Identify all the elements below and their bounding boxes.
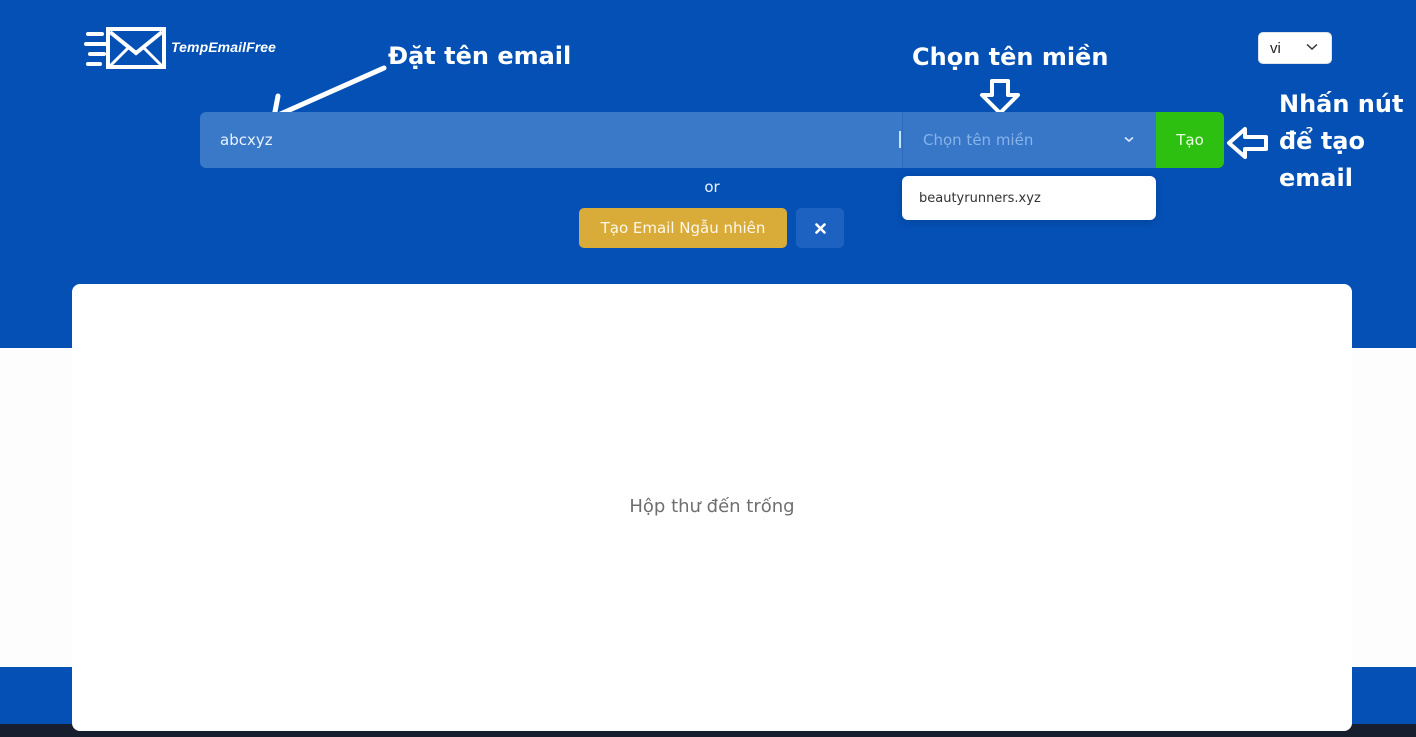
- brand-name: TempEmailFree: [171, 39, 277, 55]
- chevron-down-icon: [1124, 136, 1134, 143]
- arrow-down-icon: [980, 79, 1020, 115]
- language-value: vi: [1270, 39, 1281, 57]
- random-email-button[interactable]: Tạo Email Ngẫu nhiên: [579, 208, 787, 248]
- logo[interactable]: TempEmailFree: [84, 26, 276, 70]
- create-email-button[interactable]: Tạo: [1156, 112, 1224, 168]
- envelope-speed-icon: [84, 27, 166, 69]
- email-name-input[interactable]: [200, 112, 902, 168]
- or-separator: or: [704, 178, 720, 196]
- inbox-empty-message: Hộp thư đến trống: [629, 496, 795, 517]
- language-select[interactable]: vi: [1258, 32, 1332, 64]
- clear-button[interactable]: [796, 208, 844, 248]
- annotation-name-email: Đặt tên email: [388, 42, 572, 70]
- arrow-left-icon: [1227, 127, 1268, 159]
- inbox-panel: Hộp thư đến trống: [72, 284, 1352, 731]
- domain-placeholder: Chọn tên miền: [923, 131, 1034, 149]
- domain-select[interactable]: Chọn tên miền: [902, 112, 1156, 168]
- close-icon: [814, 222, 826, 234]
- chevron-down-icon: [1306, 43, 1318, 51]
- annotation-choose-domain: Chọn tên miền: [912, 43, 1109, 71]
- text-caret: [899, 131, 901, 148]
